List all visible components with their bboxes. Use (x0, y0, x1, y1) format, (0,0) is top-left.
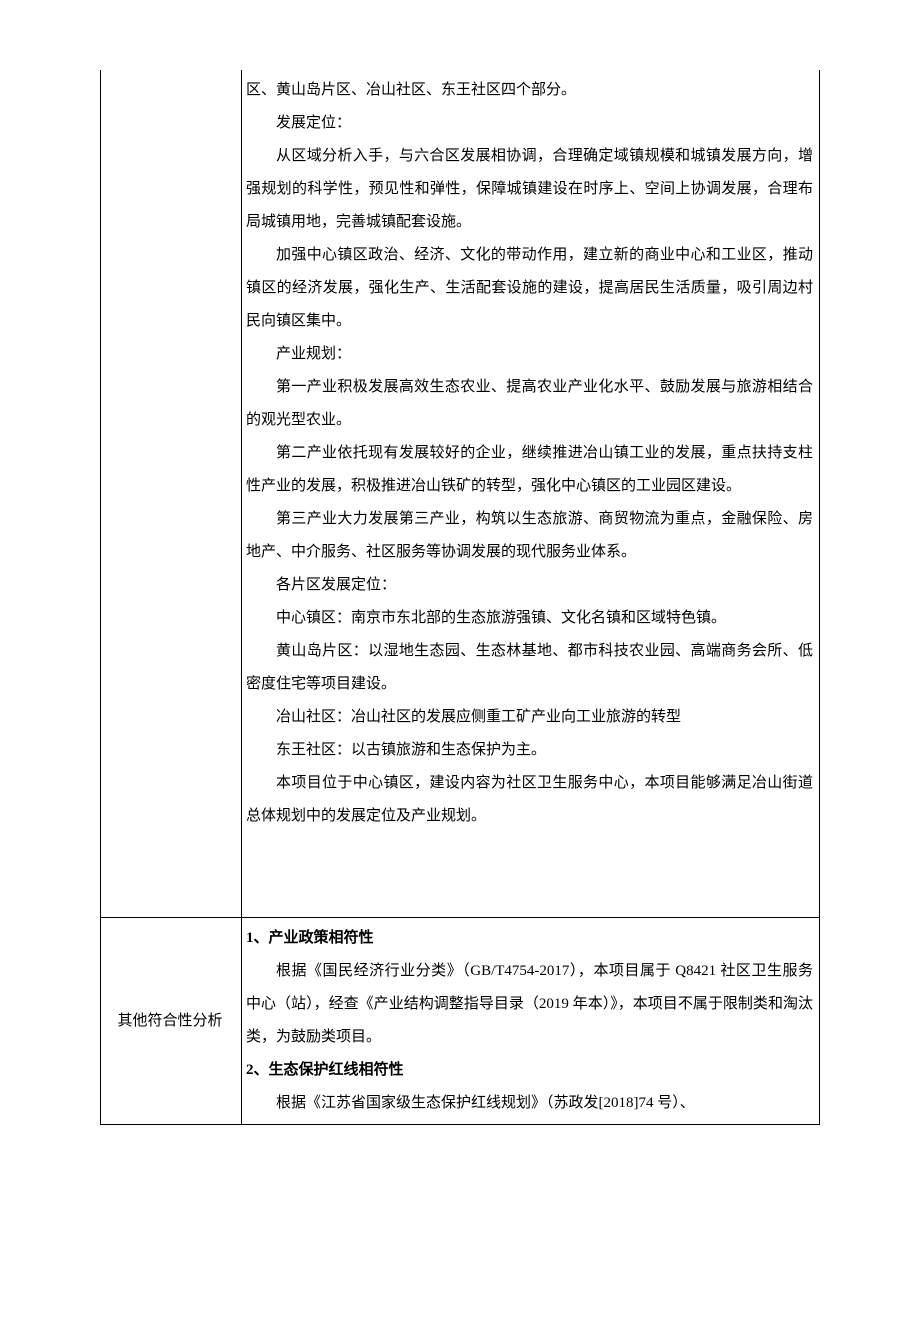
body-text: 冶山社区：冶山社区的发展应侧重工矿产业向工业旅游的转型 (246, 701, 813, 734)
row-content-cell: 1、产业政策相符性 根据《国民经济行业分类》（GB/T4754-2017），本项… (242, 918, 820, 1125)
row-label: 其他符合性分析 (117, 1013, 222, 1029)
body-text: 第二产业依托现有发展较好的企业，继续推进冶山镇工业的发展，重点扶持支柱性产业的发… (246, 437, 813, 503)
body-text: 东王社区：以古镇旅游和生态保护为主。 (246, 734, 813, 767)
blank-spacer (246, 833, 813, 913)
content-table: 区、黄山岛片区、冶山社区、东王社区四个部分。 发展定位： 从区域分析入手，与六合… (100, 70, 820, 1125)
body-text: 根据《国民经济行业分类》（GB/T4754-2017），本项目属于 Q8421 … (246, 955, 813, 1054)
body-text: 从区域分析入手，与六合区发展相协调，合理确定域镇规模和城镇发展方向，增强规划的科… (246, 140, 813, 239)
section-heading: 2、生态保护红线相符性 (246, 1054, 813, 1087)
table-row: 其他符合性分析 1、产业政策相符性 根据《国民经济行业分类》（GB/T4754-… (101, 918, 820, 1125)
body-text: 第一产业积极发展高效生态农业、提高农业产业化水平、鼓励发展与旅游相结合的观光型农… (246, 371, 813, 437)
document-page: 区、黄山岛片区、冶山社区、东王社区四个部分。 发展定位： 从区域分析入手，与六合… (0, 0, 920, 1325)
body-text: 本项目位于中心镇区，建设内容为社区卫生服务中心，本项目能够满足冶山街道总体规划中… (246, 767, 813, 833)
row-label-cell (101, 70, 242, 918)
section-heading: 1、产业政策相符性 (246, 922, 813, 955)
body-text: 根据《江苏省国家级生态保护红线规划》（苏政发[2018]74 号）、 (246, 1087, 813, 1120)
section-heading: 各片区发展定位： (246, 569, 813, 602)
row-content-cell: 区、黄山岛片区、冶山社区、东王社区四个部分。 发展定位： 从区域分析入手，与六合… (242, 70, 820, 918)
body-text: 第三产业大力发展第三产业，构筑以生态旅游、商贸物流为重点，金融保险、房地产、中介… (246, 503, 813, 569)
section-heading: 发展定位： (246, 107, 813, 140)
table-row: 区、黄山岛片区、冶山社区、东王社区四个部分。 发展定位： 从区域分析入手，与六合… (101, 70, 820, 918)
body-text: 中心镇区：南京市东北部的生态旅游强镇、文化名镇和区域特色镇。 (246, 602, 813, 635)
row-label-cell: 其他符合性分析 (101, 918, 242, 1125)
body-text: 加强中心镇区政治、经济、文化的带动作用，建立新的商业中心和工业区，推动镇区的经济… (246, 239, 813, 338)
section-heading: 产业规划： (246, 338, 813, 371)
body-text: 区、黄山岛片区、冶山社区、东王社区四个部分。 (246, 74, 813, 107)
body-text: 黄山岛片区：以湿地生态园、生态林基地、都市科技农业园、高端商务会所、低密度住宅等… (246, 635, 813, 701)
